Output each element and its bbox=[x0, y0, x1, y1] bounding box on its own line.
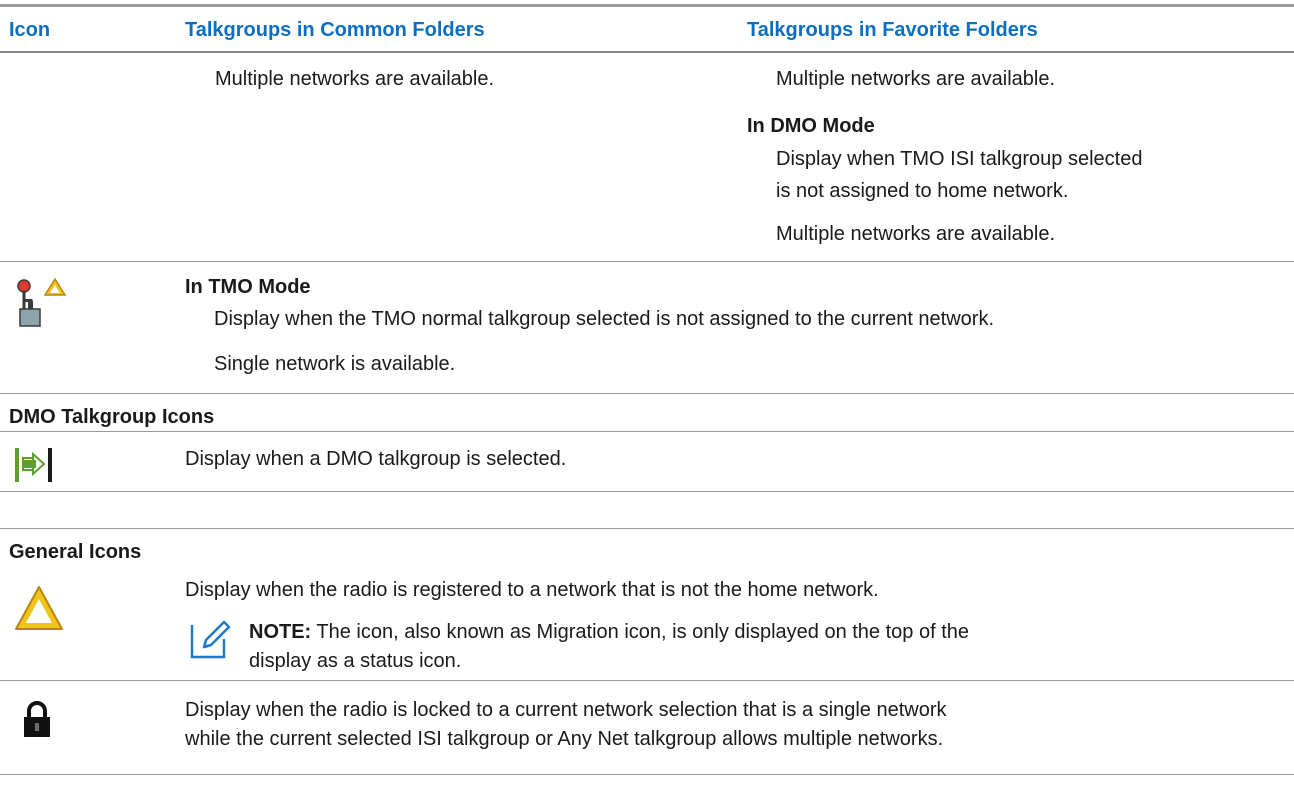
tmo-mode-heading: In TMO Mode bbox=[185, 276, 311, 298]
migration-text: Display when the radio is registered to … bbox=[185, 579, 879, 601]
section-title-dmo: DMO Talkgroup Icons bbox=[9, 406, 215, 428]
row-divider bbox=[0, 431, 1294, 432]
network-unassigned-icon bbox=[17, 277, 67, 327]
row-divider bbox=[0, 680, 1294, 681]
row-divider bbox=[0, 528, 1294, 529]
lock-text: while the current selected ISI talkgroup… bbox=[185, 728, 944, 750]
tmo-mode-text: Display when the TMO normal talkgroup se… bbox=[214, 308, 995, 330]
note-label: NOTE: bbox=[249, 621, 312, 643]
dmo-mode-heading: In DMO Mode bbox=[747, 115, 875, 137]
section-title-general: General Icons bbox=[9, 541, 142, 563]
favorite-folder-text: Multiple networks are available. bbox=[776, 68, 1056, 90]
dmo-talkgroup-icon bbox=[15, 448, 52, 482]
tmo-mode-text: Single network is available. bbox=[214, 353, 456, 375]
note-pencil-icon bbox=[190, 620, 231, 659]
row-divider bbox=[0, 393, 1294, 394]
note-text: NOTE: The icon, also known as Migration … bbox=[249, 619, 969, 645]
migration-warning-icon bbox=[15, 586, 63, 630]
column-header-favorite-folders: Talkgroups in Favorite Folders bbox=[747, 19, 1038, 41]
row-divider bbox=[0, 261, 1294, 262]
header-bottom-rule bbox=[0, 51, 1294, 53]
note-text-continued: display as a status icon. bbox=[249, 650, 462, 672]
row-divider bbox=[0, 491, 1294, 492]
note-body: The icon, also known as Migration icon, … bbox=[311, 621, 970, 643]
dmo-mode-text: is not assigned to home network. bbox=[776, 180, 1069, 202]
dmo-talkgroup-text: Display when a DMO talkgroup is selected… bbox=[185, 448, 567, 470]
table-bottom-rule bbox=[0, 774, 1294, 775]
table-top-rule bbox=[0, 4, 1294, 7]
dmo-mode-text: Display when TMO ISI talkgroup selected bbox=[776, 148, 1143, 170]
lock-icon bbox=[24, 701, 50, 737]
column-header-common-folders: Talkgroups in Common Folders bbox=[185, 19, 485, 41]
common-folder-text: Multiple networks are available. bbox=[215, 68, 495, 90]
dmo-mode-text: Multiple networks are available. bbox=[776, 223, 1056, 245]
column-header-icon: Icon bbox=[9, 19, 51, 41]
lock-text: Display when the radio is locked to a cu… bbox=[185, 699, 947, 721]
